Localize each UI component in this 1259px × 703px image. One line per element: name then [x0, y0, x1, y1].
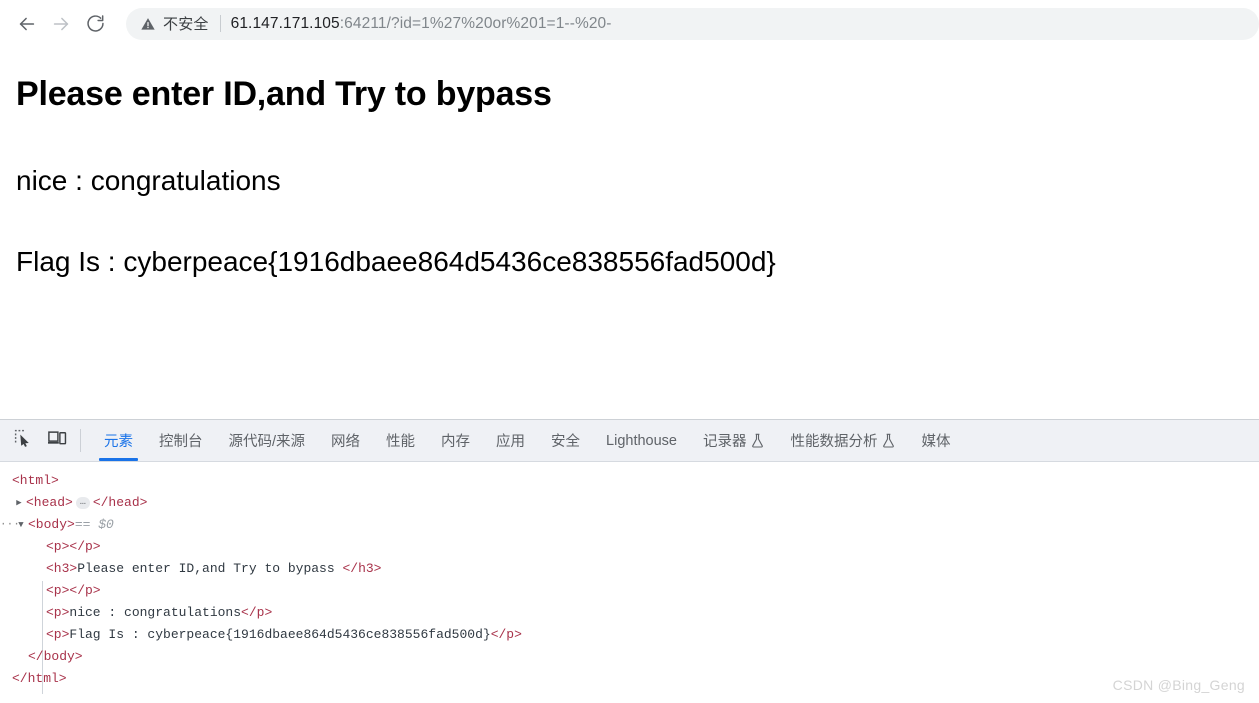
tab-recorder[interactable]: 记录器: [690, 420, 778, 461]
tab-performance-label: 性能: [386, 434, 416, 450]
dom-node-html-open[interactable]: <html>: [0, 470, 1259, 492]
device-toolbar-button[interactable]: [40, 420, 74, 461]
dom-node-p-flag[interactable]: <p> Flag Is : cyberpeace{1916dbaee864d543…: [0, 624, 1259, 646]
dom-node-h3-text: Please enter ID,and Try to bypass: [77, 561, 343, 576]
dom-node-p-flag-close: </p>: [490, 627, 522, 642]
security-status-label: 不安全: [163, 16, 209, 33]
tab-media[interactable]: 媒体: [908, 420, 963, 461]
dom-node-h3-close: </h3>: [342, 561, 382, 576]
page-viewport: Please enter ID,and Try to bypass nice :…: [0, 47, 1259, 419]
arrow-left-icon: [16, 13, 38, 35]
tab-sources[interactable]: 源代码/来源: [216, 420, 319, 461]
dom-node-p-flag-text: Flag Is : cyberpeace{1916dbaee864d5436ce…: [69, 627, 491, 642]
devtools-toolbar-divider: [80, 429, 81, 452]
tab-security[interactable]: 安全: [538, 420, 593, 461]
tab-console-label: 控制台: [159, 434, 203, 450]
expand-triangle-icon[interactable]: ▶: [12, 492, 26, 514]
dom-node-p-empty-2-text: <p></p>: [46, 583, 101, 598]
dom-node-p-empty-1[interactable]: <p></p>: [0, 536, 1259, 558]
inspect-element-icon: [14, 429, 32, 452]
tab-lighthouse-label: Lighthouse: [606, 432, 677, 449]
dom-node-p-empty-1-text: <p></p>: [46, 539, 101, 554]
tab-media-label: 媒体: [921, 434, 951, 450]
warning-triangle-icon[interactable]: [140, 16, 156, 32]
browser-toolbar: 不安全 61.147.171.105:64211/?id=1%27%20or%2…: [0, 0, 1259, 47]
tab-recorder-label: 记录器: [702, 434, 747, 450]
flask-icon: [751, 433, 764, 448]
dom-node-head[interactable]: ▶ <head>… </head>: [0, 492, 1259, 514]
tab-memory[interactable]: 内存: [428, 420, 483, 461]
collapse-triangle-icon[interactable]: ▼: [14, 514, 28, 536]
dom-node-head-close-text: </head>: [92, 495, 148, 510]
inspect-element-button[interactable]: [6, 420, 40, 461]
tab-elements[interactable]: 元素: [91, 420, 146, 461]
dom-node-p-empty-2[interactable]: <p></p>: [0, 580, 1259, 602]
page-title: Please enter ID,and Try to bypass: [16, 75, 552, 113]
flask-icon: [882, 433, 895, 448]
tab-application-label: 应用: [496, 434, 526, 450]
dom-node-body[interactable]: ··· ▼ <body> == $0: [0, 514, 1259, 536]
dom-node-body-close[interactable]: </body>: [0, 646, 1259, 668]
dom-node-p-flag-open: <p>: [46, 627, 70, 642]
tab-security-label: 安全: [551, 434, 581, 450]
devtools-panel: 元素 控制台 源代码/来源 网络 性能 内存 应用 安全 Lighthouse …: [0, 419, 1259, 703]
tab-application[interactable]: 应用: [483, 420, 538, 461]
tab-performance[interactable]: 性能: [373, 420, 428, 461]
arrow-right-icon: [50, 13, 72, 35]
dom-node-body-open-text: <body>: [28, 517, 75, 532]
dom-node-html-open-text: <html>: [12, 473, 59, 488]
dom-tree[interactable]: <html> ▶ <head>… </head> ··· ▼ <body> == $0 <…: [0, 462, 1259, 703]
reload-icon: [85, 13, 106, 34]
dom-node-h3-open: <h3>: [46, 561, 78, 576]
tab-elements-label: 元素: [104, 434, 133, 450]
tab-performance-insights[interactable]: 性能数据分析: [777, 420, 908, 461]
devtools-tabbar: 元素 控制台 源代码/来源 网络 性能 内存 应用 安全 Lighthouse …: [0, 420, 1259, 462]
page-text-flag: Flag Is : cyberpeace{1916dbaee864d5436ce…: [16, 246, 776, 278]
device-toolbar-icon: [47, 429, 67, 452]
tab-memory-label: 内存: [441, 434, 471, 450]
dom-node-html-close[interactable]: </html>: [0, 668, 1259, 690]
back-button[interactable]: [10, 7, 44, 41]
collapsed-children-badge[interactable]: …: [75, 497, 90, 509]
tab-performance-insights-label: 性能数据分析: [790, 434, 878, 450]
watermark: CSDN @Bing_Geng: [1112, 677, 1245, 693]
tab-console[interactable]: 控制台: [146, 420, 216, 461]
dom-node-p-nice-open: <p>: [46, 605, 70, 620]
forward-button[interactable]: [44, 7, 78, 41]
tab-network-label: 网络: [331, 434, 361, 450]
dom-node-p-nice-close: </p>: [241, 605, 273, 620]
dom-node-p-nice[interactable]: <p> nice : congratulations </p>: [0, 602, 1259, 624]
tab-lighthouse[interactable]: Lighthouse: [593, 420, 690, 461]
url-host: 61.147.171.105: [230, 14, 340, 32]
dom-node-body-close-text: </body>: [28, 649, 83, 664]
dom-node-html-close-text: </html>: [12, 671, 67, 686]
node-menu-icon[interactable]: ···: [0, 514, 20, 536]
reload-button[interactable]: [78, 7, 112, 41]
tab-network[interactable]: 网络: [318, 420, 373, 461]
url-port: :64211: [339, 14, 387, 32]
dom-node-head-open-text: <head>: [26, 495, 73, 510]
url-text: 61.147.171.105:64211/?id=1%27%20or%201=1…: [231, 15, 612, 33]
address-bar[interactable]: 不安全 61.147.171.105:64211/?id=1%27%20or%2…: [126, 7, 1259, 40]
dom-node-p-nice-text: nice : congratulations: [69, 605, 242, 620]
omnibox-divider: [219, 15, 221, 32]
dom-node-h3[interactable]: <h3> Please enter ID,and Try to bypass </…: [0, 558, 1259, 580]
page-text-nice: nice : congratulations: [16, 164, 281, 196]
tab-sources-label: 源代码/来源: [228, 434, 306, 450]
selected-node-marker: == $0: [74, 517, 114, 532]
url-path: /?id=1%27%20or%201=1--%20-: [386, 14, 612, 32]
